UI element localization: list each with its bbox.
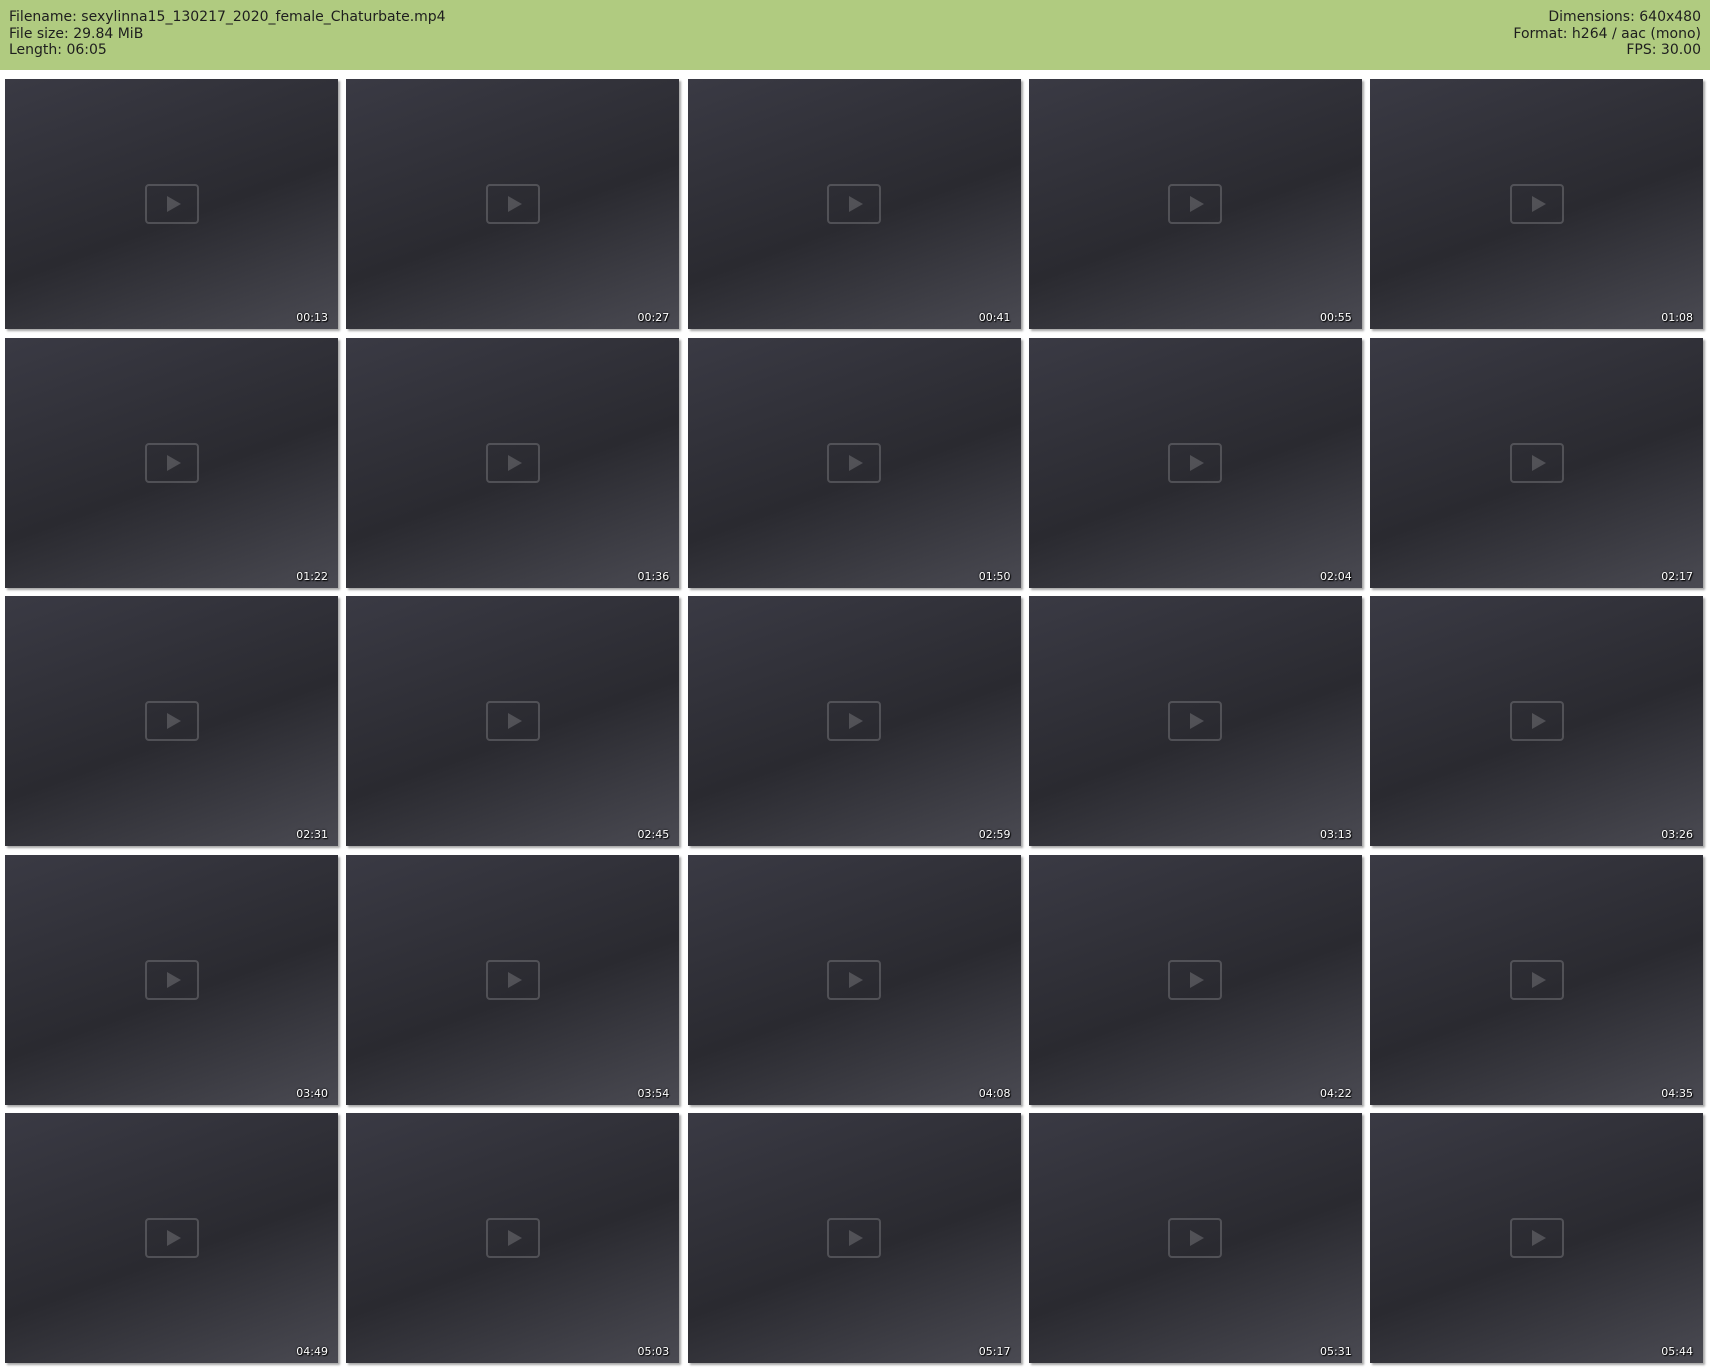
- video-thumbnail: 01:50: [687, 337, 1021, 588]
- timestamp-label: 05:31: [1320, 1345, 1352, 1358]
- video-frame-icon: [485, 442, 540, 483]
- video-frame-icon: [1168, 959, 1223, 1000]
- video-frame-icon: [1168, 1218, 1223, 1258]
- file-info: Filename: sexylinna15_130217_2020_female…: [9, 9, 446, 59]
- timestamp-label: 02:17: [1661, 569, 1693, 583]
- timestamp-label: 03:54: [637, 1086, 670, 1100]
- video-info: Dimensions: 640x480 Format: h264 / aac (…: [1513, 9, 1701, 59]
- video-frame-icon: [827, 959, 881, 1000]
- video-frame-icon: [485, 1218, 540, 1258]
- length-text: Length: 06:05: [9, 42, 107, 58]
- dimensions-text: Dimensions: 640x480: [1548, 9, 1701, 25]
- video-thumbnail: 01:08: [1370, 79, 1703, 329]
- video-frame-icon: [827, 442, 881, 483]
- video-frame-icon: [144, 701, 199, 741]
- video-thumbnail: 05:03: [346, 1113, 680, 1363]
- timestamp-label: 02:45: [637, 828, 670, 841]
- video-frame-icon: [827, 184, 881, 224]
- video-frame-icon: [1509, 1218, 1564, 1258]
- timestamp-label: 02:04: [1320, 569, 1352, 583]
- video-thumbnail: 03:40: [5, 854, 338, 1105]
- video-frame-icon: [1509, 184, 1564, 224]
- video-thumbnail: 01:22: [5, 337, 338, 588]
- timestamp-label: 05:44: [1661, 1345, 1693, 1358]
- timestamp-label: 03:26: [1661, 828, 1693, 841]
- timestamp-label: 02:31: [296, 828, 328, 841]
- timestamp-label: 04:49: [296, 1345, 328, 1358]
- timestamp-label: 01:08: [1661, 311, 1693, 324]
- video-frame-icon: [1509, 959, 1564, 1000]
- filename-text: Filename: sexylinna15_130217_2020_female…: [9, 9, 446, 25]
- video-thumbnail: 04:22: [1028, 854, 1362, 1105]
- file-size-text: File size: 29.84 MiB: [9, 25, 144, 42]
- video-thumbnail: 05:17: [687, 1113, 1021, 1363]
- video-thumbnail: 05:44: [1370, 1113, 1703, 1363]
- video-frame-icon: [144, 184, 199, 224]
- video-thumbnail: 02:04: [1028, 337, 1362, 588]
- video-thumbnail: 01:36: [346, 337, 680, 588]
- video-thumbnail: 03:54: [346, 854, 680, 1105]
- timestamp-label: 00:41: [978, 311, 1011, 324]
- info-header: Filename: sexylinna15_130217_2020_female…: [0, 0, 1710, 70]
- video-frame-icon: [485, 184, 540, 224]
- video-thumbnail: 02:59: [687, 596, 1021, 846]
- video-frame-icon: [1168, 701, 1223, 741]
- fps-text: FPS: 30.00: [1626, 42, 1701, 58]
- timestamp-label: 00:27: [637, 311, 670, 324]
- video-thumbnail: 02:45: [346, 596, 680, 846]
- video-frame-icon: [485, 959, 540, 1000]
- timestamp-label: 01:36: [637, 569, 670, 583]
- video-thumbnail: 02:31: [5, 596, 338, 846]
- video-frame-icon: [144, 959, 199, 1000]
- video-frame-icon: [827, 701, 881, 741]
- timestamp-label: 01:50: [978, 569, 1011, 583]
- video-thumbnail: 02:17: [1370, 337, 1703, 588]
- thumbnail-grid: 00:13 00:27 00:41 00:55 01:08 01:22 01:3…: [5, 79, 1707, 1363]
- video-thumbnail: 00:41: [687, 79, 1021, 329]
- video-thumbnail: 04:35: [1370, 854, 1703, 1105]
- video-thumbnail: 04:08: [687, 854, 1021, 1105]
- video-thumbnail: 03:26: [1370, 596, 1703, 846]
- video-frame-icon: [1168, 184, 1223, 224]
- timestamp-label: 02:59: [978, 828, 1011, 841]
- video-thumbnail: 00:13: [5, 79, 338, 329]
- video-frame-icon: [144, 1218, 199, 1258]
- video-frame-icon: [144, 442, 199, 483]
- format-text: Format: h264 / aac (mono): [1513, 25, 1701, 42]
- video-thumbnail: 00:55: [1028, 79, 1362, 329]
- timestamp-label: 01:22: [296, 569, 328, 583]
- timestamp-label: 03:40: [296, 1086, 328, 1100]
- video-frame-icon: [1509, 701, 1564, 741]
- video-thumbnail: 03:13: [1028, 596, 1362, 846]
- video-frame-icon: [485, 701, 540, 741]
- timestamp-label: 05:03: [637, 1345, 670, 1358]
- video-frame-icon: [1168, 442, 1223, 483]
- timestamp-label: 04:35: [1661, 1086, 1693, 1100]
- timestamp-label: 04:22: [1320, 1086, 1352, 1100]
- timestamp-label: 05:17: [978, 1345, 1011, 1358]
- video-frame-icon: [827, 1218, 881, 1258]
- timestamp-label: 03:13: [1320, 828, 1352, 841]
- video-thumbnail: 00:27: [346, 79, 680, 329]
- timestamp-label: 00:55: [1320, 311, 1352, 324]
- timestamp-label: 04:08: [978, 1086, 1011, 1100]
- video-thumbnail: 05:31: [1028, 1113, 1362, 1363]
- video-frame-icon: [1509, 442, 1564, 483]
- video-thumbnail: 04:49: [5, 1113, 338, 1363]
- timestamp-label: 00:13: [296, 311, 328, 324]
